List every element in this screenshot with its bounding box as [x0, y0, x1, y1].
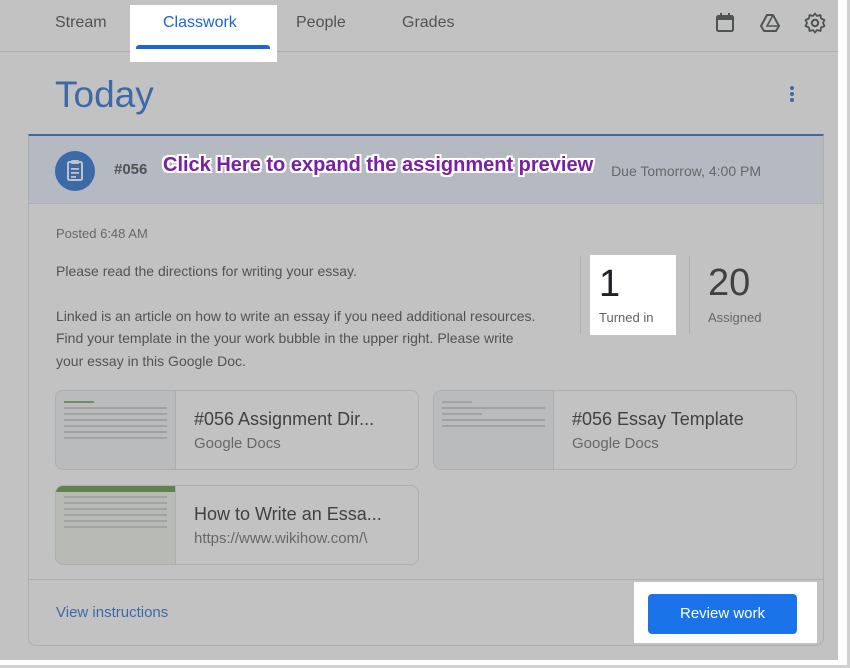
tab-grades[interactable]: Grades: [402, 14, 454, 32]
assignment-icon: [55, 151, 95, 191]
view-instructions-link[interactable]: View instructions: [56, 604, 168, 621]
attachment-type: Google Docs: [572, 435, 659, 452]
description-line: Find your template in the your work bubb…: [56, 330, 514, 346]
tutorial-callout: Click Here to expand the assignment prev…: [163, 154, 594, 176]
attachment-title: #056 Assignment Dir...: [194, 409, 375, 429]
due-date: Due Tomorrow, 4:00 PM: [611, 163, 761, 179]
assignment-number: #056: [114, 161, 148, 178]
turned-in-label: Turned in: [599, 310, 654, 325]
attachment-type: Google Docs: [194, 435, 281, 452]
drive-icon[interactable]: [759, 12, 781, 34]
link-thumbnail: [56, 486, 176, 564]
tab-people[interactable]: People: [296, 14, 346, 32]
attachment-url: https://www.wikihow.com/\: [194, 530, 368, 547]
tab-stream[interactable]: Stream: [55, 14, 107, 32]
screenshot-frame: Stream People Grades Today #056 Due Tomo…: [0, 0, 850, 668]
classroom-page: Stream People Grades Today #056 Due Tomo…: [0, 0, 838, 660]
assigned-label: Assigned: [708, 310, 762, 325]
review-work-highlight: Review work: [634, 582, 817, 643]
active-tab-indicator: [136, 45, 270, 49]
top-nav: Stream People Grades: [0, 0, 838, 52]
tab-classwork-label: Classwork: [163, 14, 237, 31]
assignment-description: Please read the directions for writing y…: [56, 260, 576, 372]
more-options-icon[interactable]: [784, 84, 800, 108]
description-line: your essay in this Google Doc.: [56, 352, 246, 369]
review-work-button[interactable]: Review work: [648, 594, 797, 634]
settings-icon[interactable]: [804, 12, 826, 34]
page-title: Today: [55, 74, 154, 115]
attachment-card[interactable]: How to Write an Essa... https://www.wiki…: [55, 485, 419, 565]
doc-thumbnail: [434, 391, 554, 469]
doc-thumbnail: [56, 391, 176, 469]
stat-divider: [689, 256, 690, 334]
description-line: Please read the directions for writing y…: [56, 263, 357, 279]
stat-divider: [580, 256, 581, 334]
posted-time: Posted 6:48 AM: [56, 226, 148, 241]
turned-in-stat[interactable]: 1 Turned in: [590, 255, 676, 335]
turned-in-count: 1: [599, 263, 621, 305]
attachment-card[interactable]: #056 Essay Template Google Docs: [433, 390, 797, 470]
tab-classwork[interactable]: Classwork: [130, 5, 277, 62]
assignment-card: #056 Due Tomorrow, 4:00 PM Posted 6:48 A…: [28, 134, 824, 646]
description-line: Linked is an article on how to write an …: [56, 307, 536, 324]
due-date-value: Tomorrow, 4:00 PM: [640, 163, 761, 179]
attachment-title: How to Write an Essa...: [194, 504, 382, 524]
calendar-icon[interactable]: [714, 12, 736, 34]
attachment-title: #056 Essay Template: [572, 409, 744, 429]
assigned-count[interactable]: 20: [708, 262, 750, 305]
attachment-card[interactable]: #056 Assignment Dir... Google Docs: [55, 390, 419, 470]
